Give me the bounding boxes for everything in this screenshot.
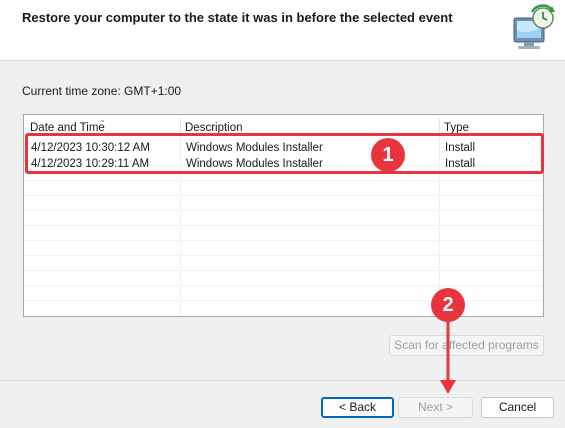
rows-highlight-annotation	[25, 133, 544, 174]
grid-line	[24, 300, 543, 301]
grid-line	[24, 225, 543, 226]
grid-line	[24, 240, 543, 241]
header-title: Restore your computer to the state it wa…	[22, 10, 453, 25]
dialog-header: Restore your computer to the state it wa…	[0, 0, 565, 61]
grid-line	[24, 255, 543, 256]
cancel-button[interactable]: Cancel	[481, 397, 554, 418]
back-button[interactable]: < Back	[321, 397, 394, 418]
grid-line	[24, 180, 543, 181]
grid-line	[24, 285, 543, 286]
system-restore-icon	[508, 4, 562, 56]
annotation-badge-1: 1	[371, 138, 405, 172]
grid-line	[24, 210, 543, 211]
grid-line	[24, 195, 543, 196]
grid-line	[24, 270, 543, 271]
table-header: ⌄ Date and Time Description Type	[24, 115, 543, 135]
next-button[interactable]: Next >	[398, 397, 473, 418]
arrow-head-icon	[440, 380, 456, 394]
annotation-badge-2: 2	[431, 288, 465, 322]
timezone-label: Current time zone: GMT+1:00	[22, 84, 182, 98]
scan-affected-programs-button[interactable]: Scan for affected programs	[389, 335, 544, 356]
footer-divider	[0, 380, 565, 381]
system-restore-dialog: Restore your computer to the state it wa…	[0, 0, 565, 428]
